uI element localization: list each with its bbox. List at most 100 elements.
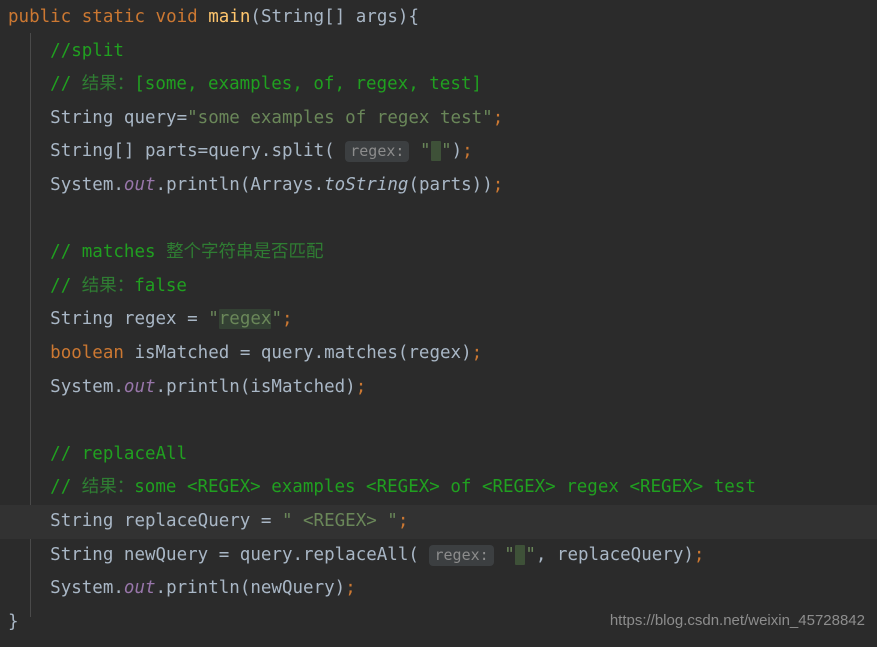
code-token: }	[8, 611, 19, 632]
code-token: ;	[397, 510, 409, 531]
code-token: ;	[492, 174, 504, 195]
code-token: out	[123, 174, 156, 195]
code-token: //	[50, 477, 82, 498]
code-token: (regex)	[397, 342, 472, 363]
code-token: 结果：	[81, 275, 135, 296]
code-token: toString	[324, 174, 409, 195]
code-token: (	[239, 174, 251, 195]
code-token: boolean	[50, 342, 124, 363]
code-token: void	[155, 7, 198, 27]
code-token: (	[408, 544, 419, 565]
code-token: )	[451, 141, 463, 162]
code-token: "	[504, 544, 515, 565]
code-line[interactable]: //split	[0, 35, 877, 69]
code-token: some <REGEX> examples <REGEX> of <REGEX>…	[134, 477, 756, 498]
code-line[interactable]: public static void main(String[] args){	[0, 1, 877, 35]
code-line[interactable]: String newQuery = query.replaceAll( rege…	[0, 539, 877, 573]
code-token: main	[208, 7, 251, 27]
code-token: String replaceQuery =	[50, 510, 282, 531]
code-token: (parts))	[408, 174, 493, 195]
code-line[interactable]: // replaceAll	[0, 438, 877, 472]
code-line[interactable]	[0, 404, 877, 438]
code-token: out	[123, 376, 156, 397]
parameter-hint-chip: regex:	[345, 141, 410, 163]
code-token: String regex =	[50, 309, 209, 330]
code-token: System	[50, 174, 114, 195]
code-token: [some, examples, of, regex, test]	[134, 74, 482, 95]
code-token: "	[419, 141, 431, 162]
code-token: //split	[50, 40, 124, 61]
code-token: static	[81, 7, 145, 27]
code-line[interactable]: System.out.println(isMatched);	[0, 371, 877, 405]
highlighted-space-token	[514, 544, 526, 565]
code-token: .println	[155, 174, 240, 195]
code-token: (newQuery)	[239, 578, 346, 599]
code-token: " <REGEX> "	[281, 510, 398, 531]
code-token: "	[525, 544, 536, 565]
code-token: (	[250, 7, 261, 27]
code-token: query	[208, 141, 261, 162]
code-token: .	[260, 141, 272, 162]
code-editor[interactable]: public static void main(String[] args){ …	[0, 0, 877, 647]
code-token: 结果：	[81, 74, 135, 95]
code-line[interactable]: // matches 整个字符串是否匹配	[0, 236, 877, 270]
code-token: ){	[397, 7, 419, 27]
code-token: regex	[218, 309, 272, 330]
parameter-hint-chip: regex:	[429, 544, 494, 566]
code-token: ;	[462, 141, 473, 162]
code-line[interactable]: String regex = "regex";	[0, 303, 877, 337]
code-line[interactable]: // 结果：[some, examples, of, regex, test]	[0, 68, 877, 102]
code-token: .println	[155, 376, 240, 397]
code-token: .	[313, 174, 325, 195]
code-token: split	[271, 141, 325, 162]
code-token: String[] parts	[50, 141, 198, 162]
code-token: (isMatched)	[239, 376, 356, 397]
code-token: System	[50, 578, 114, 599]
code-line[interactable]: System.out.println(Arrays.toString(parts…	[0, 169, 877, 203]
code-token: , replaceQuery)	[535, 544, 694, 565]
code-token: ;	[693, 544, 705, 565]
code-token: =	[197, 141, 209, 162]
code-token: .	[113, 578, 124, 599]
code-line[interactable]: System.out.println(newQuery);	[0, 572, 877, 606]
code-token: 整个字符串是否匹配	[166, 242, 324, 263]
code-content[interactable]: public static void main(String[] args){ …	[0, 1, 877, 639]
code-line[interactable]: // 结果：some <REGEX> examples <REGEX> of <…	[0, 471, 877, 505]
code-token: .	[113, 174, 124, 195]
code-line[interactable]: // 结果：false	[0, 270, 877, 304]
code-token: =	[176, 107, 188, 128]
code-token: ;	[345, 578, 356, 599]
code-token: ;	[355, 376, 367, 397]
code-token: "	[441, 141, 452, 162]
code-token: Arrays	[250, 174, 314, 195]
code-token: out	[123, 578, 156, 599]
highlighted-space-token	[430, 141, 442, 162]
code-line[interactable]: String[] parts=query.split( regex: " ");	[0, 135, 877, 169]
code-token: String newQuery = query.replaceAll	[50, 544, 409, 565]
code-line[interactable]: String replaceQuery = " <REGEX> ";	[0, 504, 877, 539]
code-token: public	[8, 7, 72, 27]
code-token: ;	[492, 107, 504, 128]
code-line[interactable]: String query="some examples of regex tes…	[0, 102, 877, 136]
code-line[interactable]	[0, 203, 877, 237]
code-line[interactable]: boolean isMatched = query.matches(regex)…	[0, 337, 877, 371]
code-token: //	[50, 74, 82, 95]
